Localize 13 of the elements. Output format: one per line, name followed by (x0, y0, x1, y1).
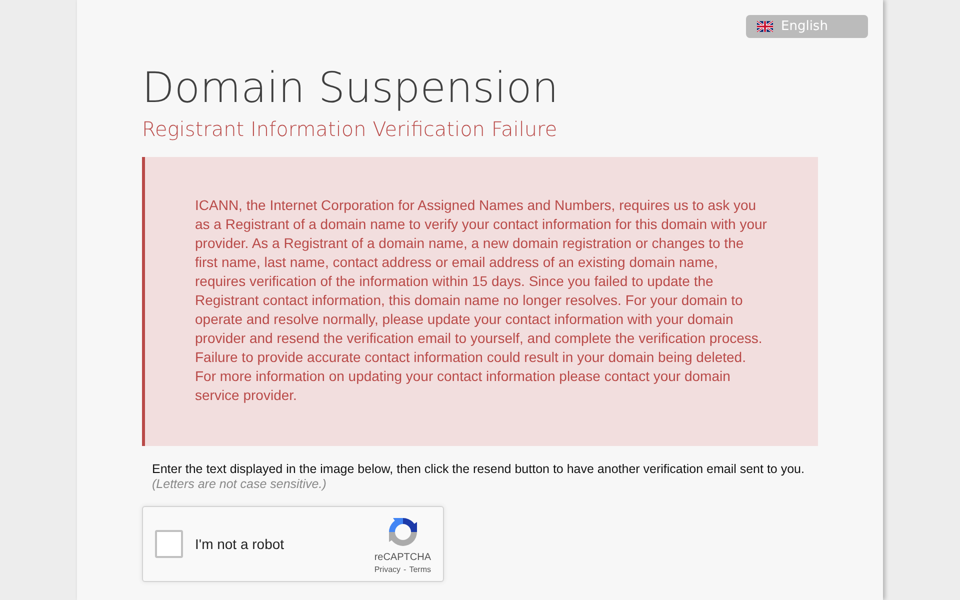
captcha-checkbox[interactable] (155, 530, 183, 558)
case-note: (Letters are not case sensitive.) (152, 477, 326, 492)
captcha-label: I'm not a robot (195, 534, 284, 554)
captcha-link[interactable]: Privacy (374, 564, 401, 574)
link-separator: - (404, 564, 406, 574)
alert-message: ICANN, the Internet Corporation for Assigned Names and Numbers, requires us to ask you as a Registrant of a domain name to verify your contact information for this domain with your provider. As a Registrant of a domain name, a new domain registration or changes to the first name, last name, contact address or email address of an existing domain name, requires verification of the information within 15 days. Since you failed to update the Registrant contact information, this domain name no longer resolves. For your domain to operate and resolve normally, please update your contact information with your domain provider and resend the verification email to yourself, and complete the verification process. Failure to provide accurate contact information could result in your domain being deleted. For more information on updating your contact information please contact your domain service provider. (195, 196, 768, 405)
flag-icon (757, 21, 773, 32)
captcha-link[interactable]: Terms (409, 564, 431, 574)
instruction-text: Enter the text displayed in the image below, then click the resend button to have another verification email sent to you. (152, 461, 804, 477)
circular-arrows-icon (386, 516, 419, 548)
page-title: Domain Suspension (142, 62, 558, 114)
captcha-brand: reCAPTCHA (374, 552, 431, 564)
page-subtitle: Registrant Information Verification Failure (142, 116, 558, 142)
